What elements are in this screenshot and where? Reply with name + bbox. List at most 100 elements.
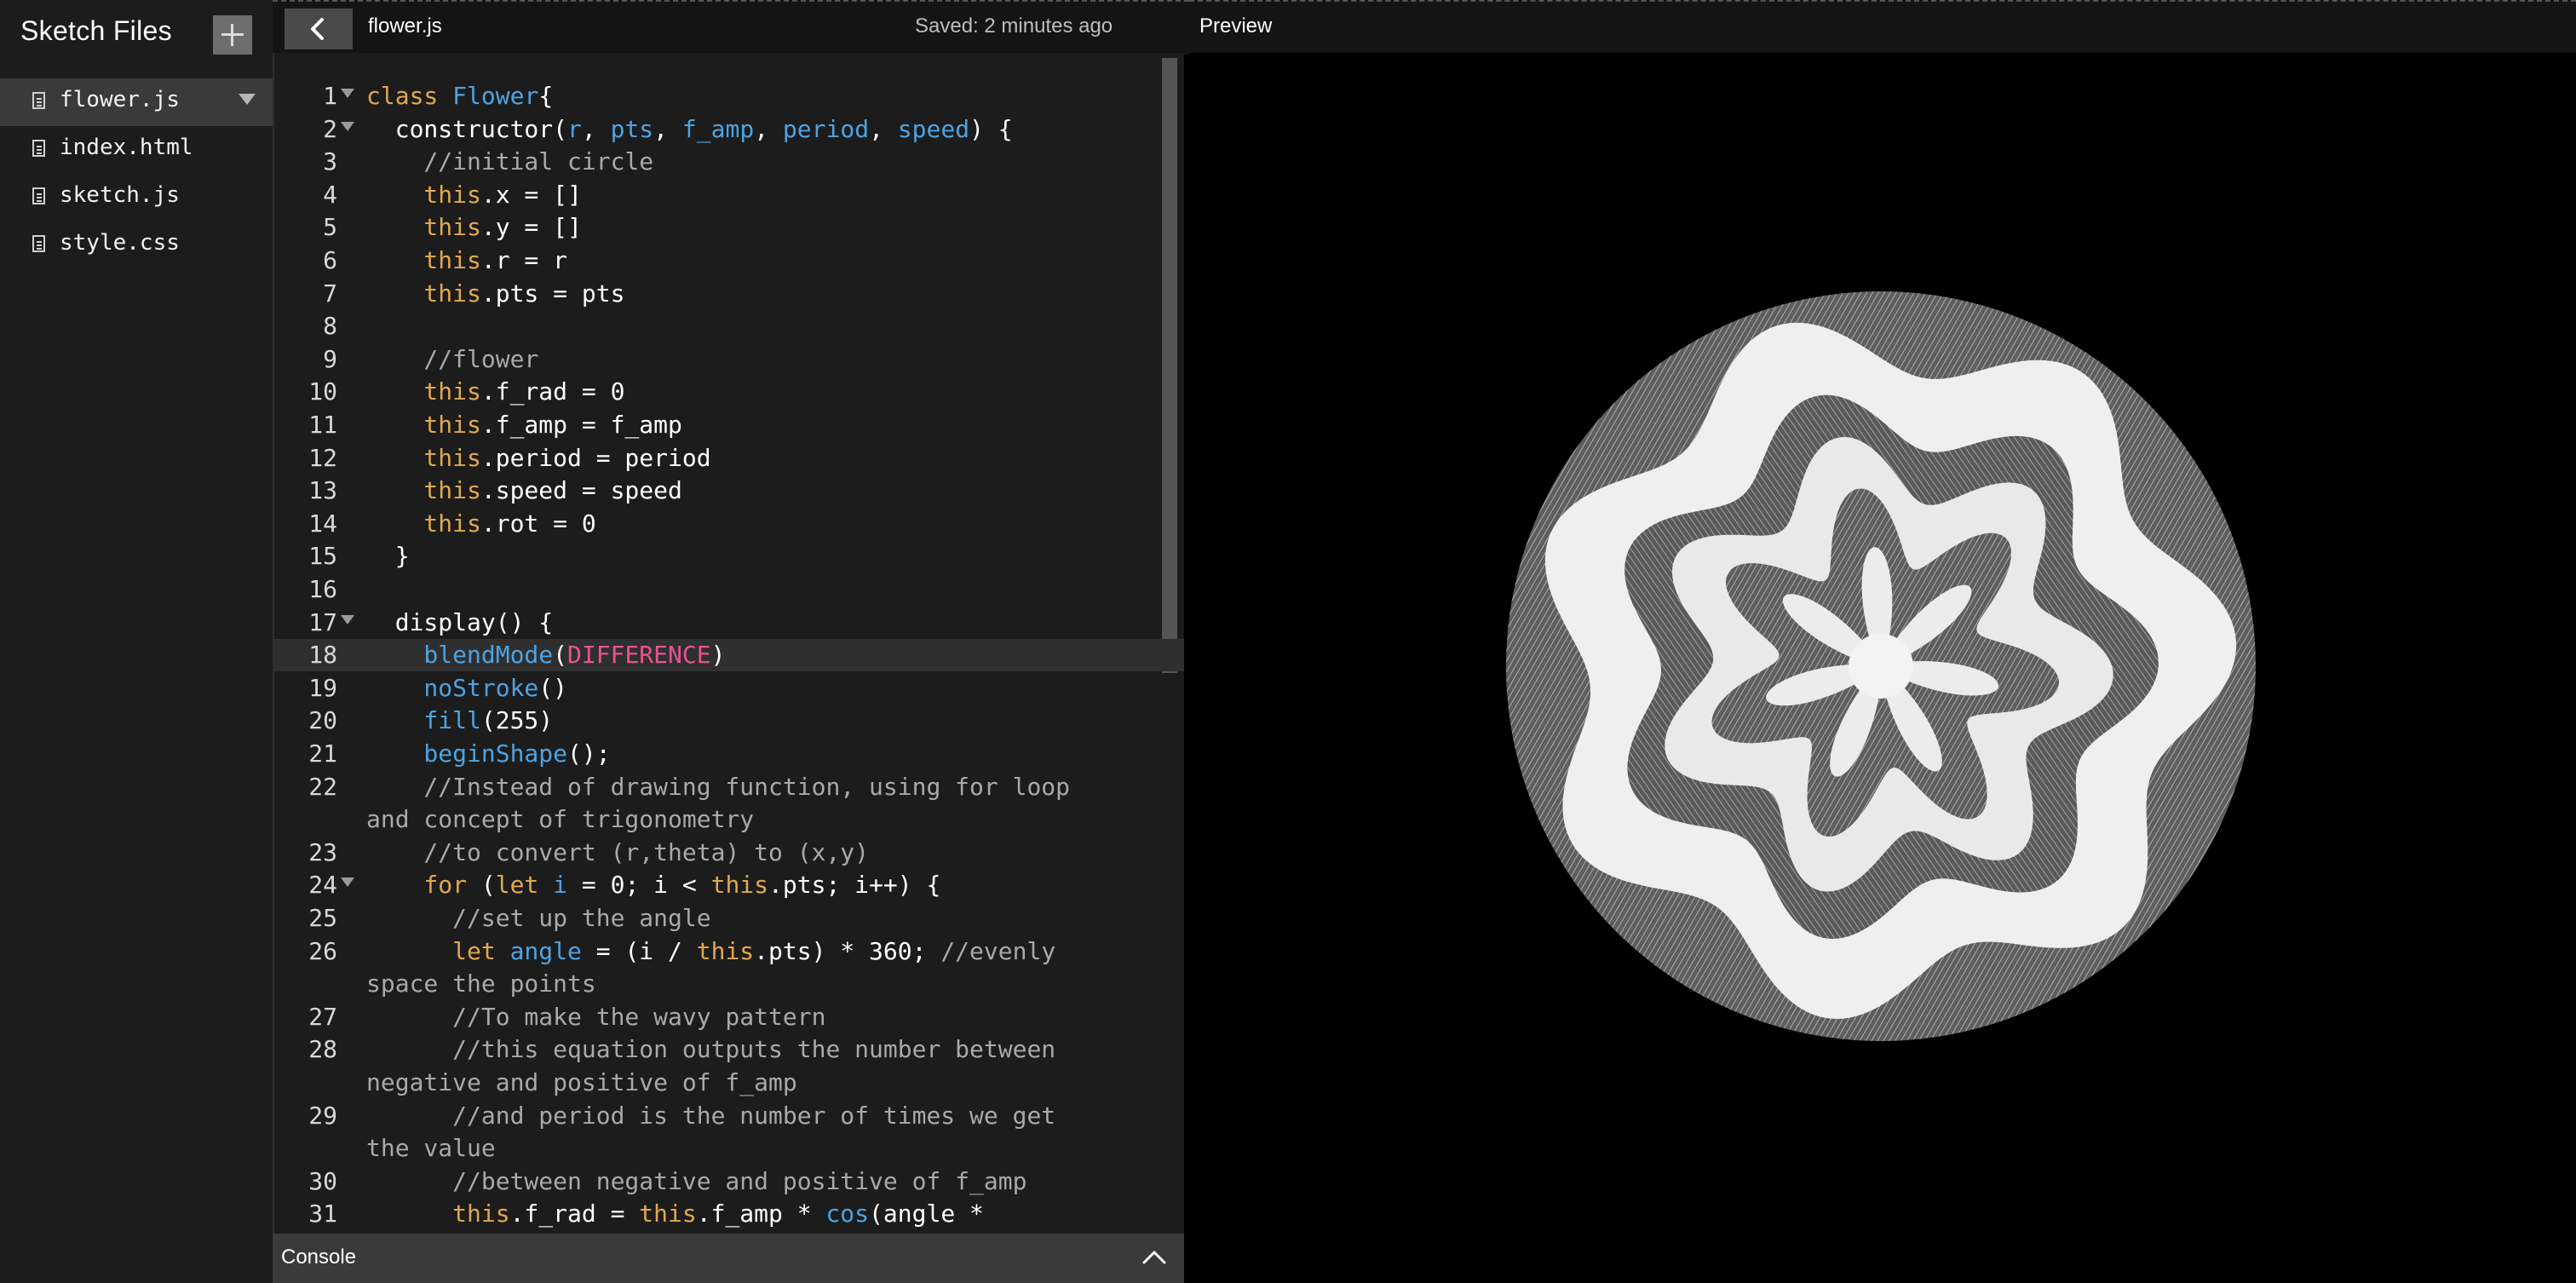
file-icon xyxy=(32,187,45,204)
code-token: f_amp xyxy=(681,114,755,143)
code-line[interactable]: 12 this.period = period xyxy=(274,442,1184,475)
file-name: sketch.js xyxy=(60,182,180,208)
code-token: the value xyxy=(366,1134,496,1163)
code-editor[interactable]: 1 class Flower{2 constructor(r, pts, f_am… xyxy=(273,53,1184,1234)
fold-arrow-icon[interactable] xyxy=(341,614,354,624)
code-token: angle xyxy=(509,936,582,965)
file-name: flower.js xyxy=(60,87,180,112)
chevron-up-icon[interactable] xyxy=(1141,1247,1167,1268)
code-token: this xyxy=(366,213,481,242)
code-line[interactable]: 5 this.y = [] xyxy=(274,211,1184,244)
code-line[interactable]: 10 this.f_rad = 0 xyxy=(274,376,1184,408)
code-token: noStroke xyxy=(366,673,539,702)
code-token: fill xyxy=(366,706,481,735)
code-line[interactable]: 30 //between negative and positive of f_… xyxy=(274,1165,1184,1198)
code-token: speed xyxy=(897,114,970,143)
code-token: .x = [] xyxy=(480,180,582,209)
code-line[interactable]: 9 //flower xyxy=(274,343,1184,376)
code-text: //to convert (r,theta) to (x,y) xyxy=(366,837,869,869)
code-line[interactable]: 25 //set up the angle xyxy=(274,902,1184,935)
code-token: //between negative and positive of f_amp xyxy=(366,1166,1027,1195)
code-line[interactable]: 26 let angle = (i / this.pts) * 360; //e… xyxy=(274,935,1184,968)
file-list: flower.js index.html sketch.js style.css xyxy=(0,78,273,269)
code-line[interactable]: 15 } xyxy=(274,540,1184,572)
line-number: 31 xyxy=(308,1200,337,1228)
code-line[interactable]: 6 this.r = r xyxy=(274,245,1184,277)
editor-header: flower.js Saved: 2 minutes ago xyxy=(273,0,1189,55)
file-item[interactable]: flower.js xyxy=(0,78,273,126)
code-line[interactable]: 17 display() { xyxy=(274,607,1184,639)
code-line[interactable]: 4 this.x = [] xyxy=(274,179,1184,211)
code-line[interactable]: 18 blendMode(DIFFERENCE) xyxy=(274,639,1184,672)
code-line[interactable]: and concept of trigonometry xyxy=(274,803,1184,836)
line-number: 20 xyxy=(308,706,337,735)
line-number: 18 xyxy=(308,641,337,670)
line-number: 5 xyxy=(323,213,337,242)
code-token: Flower xyxy=(452,82,539,110)
code-line[interactable]: 28 //this equation outputs the number be… xyxy=(274,1033,1184,1066)
fold-arrow-icon[interactable] xyxy=(341,121,354,131)
code-token: .r = r xyxy=(480,246,568,274)
code-line[interactable]: 8 xyxy=(274,310,1184,342)
fold-arrow-icon[interactable] xyxy=(341,877,354,888)
code-line[interactable]: 16 xyxy=(274,573,1184,606)
chevron-left-icon xyxy=(311,18,324,40)
code-line[interactable]: 2 constructor(r, pts, f_amp, period, spe… xyxy=(274,113,1184,146)
code-token: r xyxy=(567,114,582,143)
code-text: display() { xyxy=(366,607,553,639)
code-line[interactable]: 1 class Flower{ xyxy=(274,80,1184,112)
code-text: this.f_amp = f_amp xyxy=(366,409,681,441)
line-number: 2 xyxy=(323,114,337,143)
code-token: period xyxy=(782,114,870,143)
line-number: 6 xyxy=(323,246,337,274)
code-line[interactable]: 22 //Instead of drawing function, using … xyxy=(274,771,1184,803)
code-token: ( xyxy=(480,871,496,900)
console-label: Console xyxy=(281,1246,357,1269)
code-token: (); xyxy=(567,739,611,768)
code-token: this xyxy=(639,1200,697,1228)
file-options-caret-icon[interactable] xyxy=(239,94,256,105)
console-bar[interactable]: Console xyxy=(273,1234,1184,1283)
preview-header: Preview xyxy=(1189,0,2576,55)
code-line[interactable]: 11 this.f_amp = f_amp xyxy=(274,409,1184,441)
code-line[interactable]: space the points xyxy=(274,968,1184,1000)
code-line[interactable]: 23 //to convert (r,theta) to (x,y) xyxy=(274,837,1184,869)
file-item[interactable]: style.css xyxy=(0,222,273,269)
file-item[interactable]: sketch.js xyxy=(0,174,273,222)
code-token: //set up the angle xyxy=(366,904,711,932)
code-line[interactable]: 7 this.pts = pts xyxy=(274,278,1184,310)
code-line[interactable]: negative and positive of f_amp xyxy=(274,1067,1184,1099)
code-token: = (i / xyxy=(581,936,697,965)
code-text: blendMode(DIFFERENCE) xyxy=(366,639,725,671)
fold-arrow-icon[interactable] xyxy=(341,89,354,98)
file-icon xyxy=(32,140,45,157)
code-line[interactable]: 27 //To make the wavy pattern xyxy=(274,1001,1184,1033)
code-line[interactable]: 19 noStroke() xyxy=(274,672,1184,705)
code-text: this.r = r xyxy=(366,245,567,277)
collapse-sidebar-button[interactable] xyxy=(285,9,353,49)
line-number: 23 xyxy=(308,837,337,866)
add-file-button[interactable] xyxy=(213,15,252,55)
line-number: 19 xyxy=(308,673,337,702)
code-line[interactable]: 21 beginShape(); xyxy=(274,738,1184,770)
code-token: //Instead of drawing function, using for… xyxy=(366,772,1071,801)
line-number: 4 xyxy=(323,180,337,209)
sidebar-title: Sketch Files xyxy=(20,15,172,46)
code-token: this xyxy=(366,1200,510,1228)
code-line[interactable]: the value xyxy=(274,1132,1184,1165)
code-line[interactable]: 31 this.f_rad = this.f_amp * cos(angle * xyxy=(274,1198,1184,1230)
code-line[interactable]: 13 this.speed = speed xyxy=(274,475,1184,507)
code-line[interactable]: 3 //initial circle xyxy=(274,146,1184,178)
code-token: display() { xyxy=(366,607,554,636)
code-token: //this equation outputs the number betwe… xyxy=(366,1035,1056,1064)
code-text: //this equation outputs the number betwe… xyxy=(366,1033,1055,1066)
code-line[interactable]: 14 this.rot = 0 xyxy=(274,508,1184,540)
code-text: the value xyxy=(366,1132,496,1165)
code-line[interactable]: 20 fill(255) xyxy=(274,705,1184,737)
code-line[interactable]: 24 for (let i = 0; i < this.pts; i++) { xyxy=(274,869,1184,901)
code-text: let angle = (i / this.pts) * 360; //even… xyxy=(366,935,1055,968)
code-line[interactable]: 29 //and period is the number of times w… xyxy=(274,1100,1184,1132)
code-token: , xyxy=(754,114,783,143)
file-item[interactable]: index.html xyxy=(0,126,273,174)
file-name: index.html xyxy=(60,135,193,160)
